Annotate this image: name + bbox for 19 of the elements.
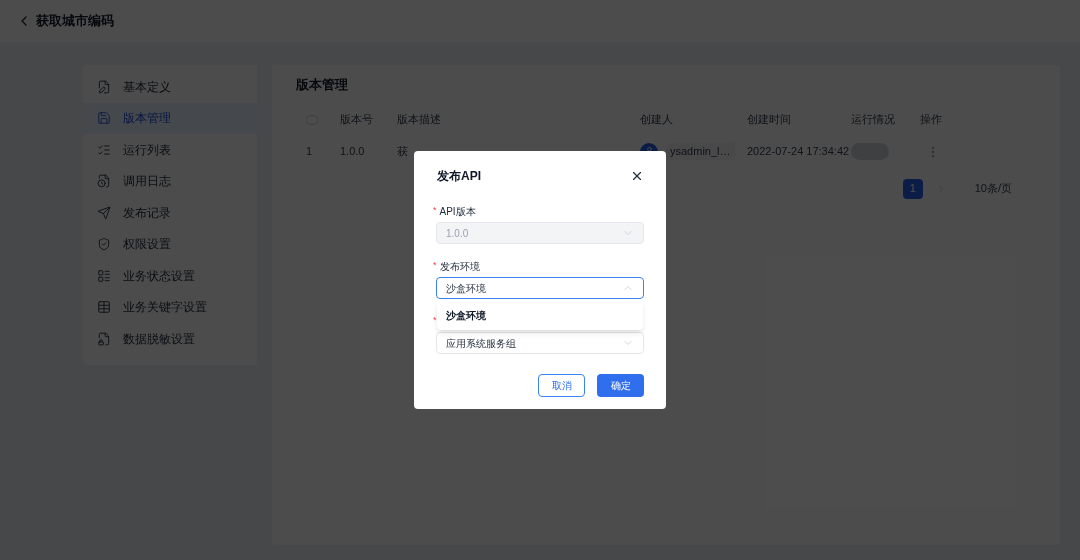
close-icon[interactable] [630, 169, 644, 183]
dialog-title: 发布API [437, 168, 481, 185]
table-cell-text: 2022-07-24 17:34:42 [747, 144, 850, 160]
table-cell-text: 1.0.0 [340, 144, 365, 160]
select-field[interactable]: 应用系统服务组 [436, 332, 644, 354]
field-label: API版本 [439, 204, 476, 219]
required-mark: * [433, 204, 437, 218]
column-header: 创建人 [640, 112, 673, 128]
page-title: 获取城市编码 [36, 12, 114, 31]
required-mark: * [433, 314, 437, 328]
select-field[interactable]: 沙盒环境 [436, 277, 644, 299]
dropdown-option[interactable]: 沙盒环境 [437, 302, 643, 328]
confirm-button[interactable]: 确定 [597, 374, 644, 397]
table-cell-text: 1 [306, 144, 313, 160]
required-mark: * [433, 259, 437, 273]
table-cell-text: 获 [397, 144, 408, 160]
field-label: 发布环境 [439, 259, 480, 274]
section-title: 版本管理 [296, 76, 349, 94]
cancel-button[interactable]: 取消 [538, 374, 585, 397]
